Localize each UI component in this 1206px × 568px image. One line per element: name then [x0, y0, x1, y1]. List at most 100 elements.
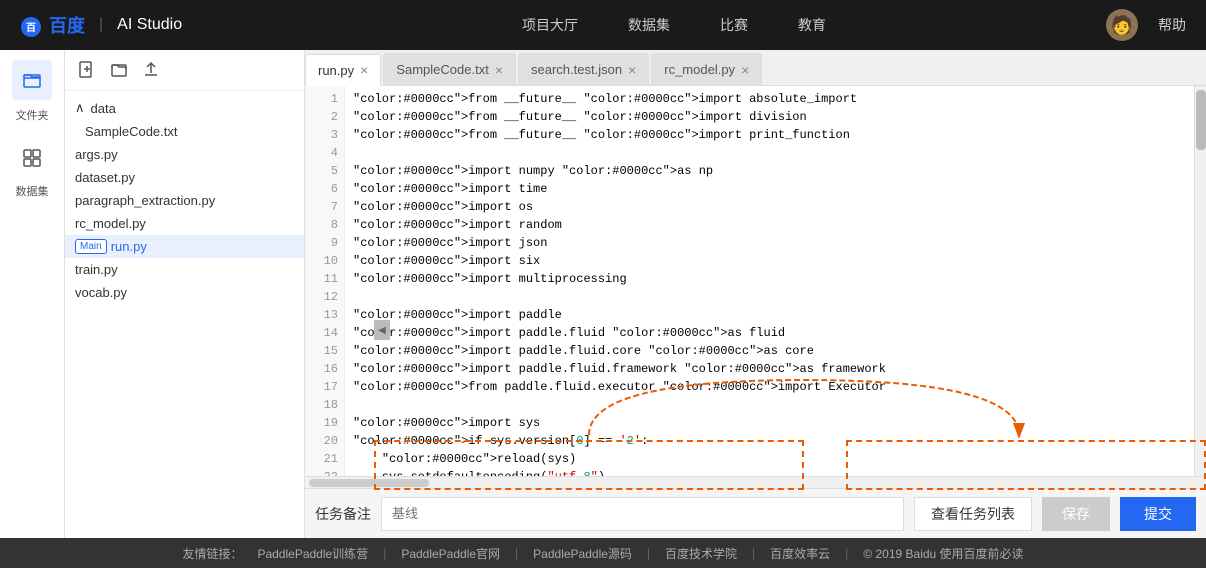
right-actions: 查看任务列表 保存 提交: [914, 497, 1196, 531]
line-number: 2: [305, 108, 338, 126]
line-number: 15: [305, 342, 338, 360]
footer-link-1[interactable]: PaddlePaddle官网: [401, 545, 500, 562]
sidebar-item-datasets[interactable]: [12, 138, 52, 178]
file-args[interactable]: args.py: [65, 143, 304, 166]
file-dataset-name: dataset.py: [75, 170, 135, 185]
code-line: "color:#0000cc">import os: [353, 198, 1186, 216]
file-runpy-name: run.py: [111, 239, 147, 254]
folder-name: data: [91, 101, 116, 116]
upload-button[interactable]: [139, 58, 163, 82]
code-line: sys.setdefaultencoding("utf-8"): [353, 468, 1186, 476]
main-layout: 文件夹 数据集: [0, 50, 1206, 538]
tab-rcmodel[interactable]: rc_model.py ×: [651, 53, 762, 85]
sidebar-item-files[interactable]: [12, 60, 52, 100]
tab-rcmodel-close[interactable]: ×: [741, 63, 749, 77]
line-number: 10: [305, 252, 338, 270]
nav-projects[interactable]: 项目大厅: [522, 15, 578, 35]
line-number: 19: [305, 414, 338, 432]
help-link[interactable]: 帮助: [1158, 15, 1186, 35]
task-note-label: 任务备注: [315, 504, 371, 524]
code-line: [353, 288, 1186, 306]
file-train[interactable]: train.py: [65, 258, 304, 281]
submit-button[interactable]: 提交: [1120, 497, 1196, 531]
code-line: "color:#0000cc">import paddle.fluid.core…: [353, 342, 1186, 360]
line-number: 9: [305, 234, 338, 252]
line-number: 3: [305, 126, 338, 144]
logo: 百 百度 | AI Studio: [20, 12, 182, 38]
line-number: 7: [305, 198, 338, 216]
nav-competition[interactable]: 比赛: [720, 15, 748, 35]
code-line: [353, 144, 1186, 162]
h-scroll-thumb: [309, 479, 429, 487]
file-vocab-name: vocab.py: [75, 285, 127, 300]
sidebar-datasets-label: 数据集: [12, 183, 52, 199]
tab-samplecode-close[interactable]: ×: [495, 63, 503, 77]
code-line: "color:#0000cc">from __future__ "color:#…: [353, 126, 1186, 144]
tab-runpy[interactable]: run.py ×: [305, 54, 381, 86]
header-right: 🧑 帮助: [1106, 9, 1186, 41]
tab-searchtest-label: search.test.json: [531, 62, 622, 77]
footer-link-4[interactable]: 百度效率云: [770, 545, 830, 562]
line-number: 20: [305, 432, 338, 450]
nav-datasets[interactable]: 数据集: [628, 15, 670, 35]
code-line: "color:#0000cc">reload(sys): [353, 450, 1186, 468]
tab-runpy-label: run.py: [318, 63, 354, 78]
line-number: 18: [305, 396, 338, 414]
code-line: "color:#0000cc">import paddle.fluid "col…: [353, 324, 1186, 342]
vertical-scrollbar[interactable]: [1194, 86, 1206, 476]
footer-link-0[interactable]: PaddlePaddle训练营: [257, 545, 368, 562]
line-numbers: 123456789101112131415161718192021222324: [305, 86, 345, 476]
file-samplecode[interactable]: SampleCode.txt: [65, 120, 304, 143]
code-line: "color:#0000cc">import json: [353, 234, 1186, 252]
horizontal-scrollbar[interactable]: [305, 476, 1206, 488]
code-line: "color:#0000cc">import multiprocessing: [353, 270, 1186, 288]
line-number: 6: [305, 180, 338, 198]
file-dataset[interactable]: dataset.py: [65, 166, 304, 189]
footer-link-2[interactable]: PaddlePaddle源码: [533, 545, 632, 562]
file-paragraph-name: paragraph_extraction.py: [75, 193, 215, 208]
collapse-panel-button[interactable]: ◀: [374, 320, 390, 340]
tab-samplecode-label: SampleCode.txt: [396, 62, 489, 77]
line-number: 4: [305, 144, 338, 162]
line-number: 14: [305, 324, 338, 342]
header: 百 百度 | AI Studio 项目大厅 数据集 比赛 教育 🧑 帮助: [0, 0, 1206, 50]
code-editor[interactable]: 123456789101112131415161718192021222324 …: [305, 86, 1206, 476]
folder-arrow: ∧: [75, 100, 85, 116]
folder-data[interactable]: ∧ data: [65, 96, 304, 120]
line-number: 8: [305, 216, 338, 234]
line-number: 5: [305, 162, 338, 180]
nav-education[interactable]: 教育: [798, 15, 826, 35]
tab-samplecode[interactable]: SampleCode.txt ×: [383, 53, 516, 85]
main-nav: 项目大厅 数据集 比赛 教育: [242, 15, 1106, 35]
footer: 友情链接： PaddlePaddle训练营 | PaddlePaddle官网 |…: [0, 538, 1206, 568]
code-line: "color:#0000cc">import paddle.fluid.fram…: [353, 360, 1186, 378]
file-rcmodel[interactable]: rc_model.py: [65, 212, 304, 235]
tab-searchtest[interactable]: search.test.json ×: [518, 53, 649, 85]
baseline-input[interactable]: [381, 497, 904, 531]
tab-runpy-close[interactable]: ×: [360, 63, 368, 77]
code-line: "color:#0000cc">if sys.version[0] == '2'…: [353, 432, 1186, 450]
code-line: "color:#0000cc">from __future__ "color:#…: [353, 90, 1186, 108]
footer-prefix: 友情链接：: [182, 545, 242, 562]
file-paragraph[interactable]: paragraph_extraction.py: [65, 189, 304, 212]
new-file-button[interactable]: [75, 58, 99, 82]
logo-baidu: 百 百度: [20, 12, 85, 38]
logo-divider: |: [99, 16, 103, 34]
line-number: 16: [305, 360, 338, 378]
code-line: "color:#0000cc">import numpy "color:#000…: [353, 162, 1186, 180]
file-runpy[interactable]: Main run.py: [65, 235, 304, 258]
sidebar: 文件夹 数据集: [0, 50, 65, 538]
file-samplecode-name: SampleCode.txt: [85, 124, 178, 139]
line-number: 22: [305, 468, 338, 476]
footer-link-3[interactable]: 百度技术学院: [665, 545, 737, 562]
avatar[interactable]: 🧑: [1106, 9, 1138, 41]
tab-searchtest-close[interactable]: ×: [628, 63, 636, 77]
save-button[interactable]: 保存: [1042, 497, 1110, 531]
svg-text:百: 百: [26, 22, 36, 34]
new-folder-button[interactable]: [107, 58, 131, 82]
view-tasks-button[interactable]: 查看任务列表: [914, 497, 1032, 531]
tab-rcmodel-label: rc_model.py: [664, 62, 735, 77]
code-line: "color:#0000cc">import time: [353, 180, 1186, 198]
file-vocab[interactable]: vocab.py: [65, 281, 304, 304]
code-content[interactable]: "color:#0000cc">from __future__ "color:#…: [345, 86, 1194, 476]
